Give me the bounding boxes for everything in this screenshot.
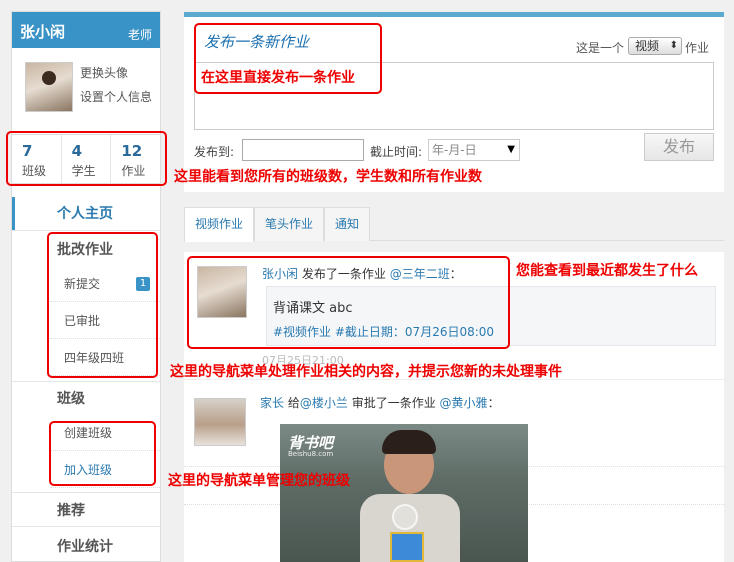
feed-colon: ： bbox=[449, 267, 462, 281]
stat-students[interactable]: 4 学生 bbox=[62, 135, 112, 183]
feed-tabs: 视频作业 笔头作业 通知 bbox=[184, 207, 724, 242]
homework-type-select[interactable]: 视频 bbox=[628, 37, 682, 55]
annotation-class: 这里的导航菜单管理您的班级 bbox=[168, 473, 350, 489]
nav-recommend[interactable]: 推荐 bbox=[12, 496, 160, 526]
homework-card[interactable]: 背诵课文 abc #视频作业 #截止日期：07月26日08:00 bbox=[266, 286, 716, 346]
nav-create-class[interactable]: 创建班级 bbox=[50, 415, 160, 451]
annotation-stats: 这里能看到您所有的班级数，学生数和所有作业数 bbox=[174, 169, 482, 185]
feed-avatar[interactable] bbox=[194, 398, 246, 446]
sidebar-header: 张小闲 老师 bbox=[12, 12, 160, 48]
stat-homework-count: 12 bbox=[121, 142, 143, 160]
homework-title: 背诵课文 abc bbox=[273, 301, 353, 316]
divider bbox=[12, 230, 160, 231]
sidebar: 张小闲 老师 更换头像 设置个人信息 7 班级 4 学生 12 作业 个人主页 … bbox=[11, 11, 161, 562]
nav-approved[interactable]: 已审批 bbox=[50, 303, 160, 339]
play-icon[interactable] bbox=[392, 504, 418, 530]
feed-give: 给 bbox=[287, 396, 300, 410]
homework-type-prefix: 这是一个 bbox=[576, 41, 625, 55]
compose-panel: 发布一条新作业 这是一个 视频 作业 发布到: 截止时间: 年-月-日 发布 bbox=[184, 12, 724, 192]
feed-user-link[interactable]: 家长 bbox=[260, 396, 284, 410]
compose-title: 发布一条新作业 bbox=[204, 33, 310, 51]
nav-homework-stats[interactable]: 作业统计 bbox=[12, 532, 160, 562]
publish-to-input[interactable] bbox=[242, 139, 364, 161]
annotation-compose: 在这里直接发布一条作业 bbox=[201, 70, 355, 86]
nav-join-class[interactable]: 加入班级 bbox=[50, 452, 160, 488]
feed-action: 发布了一条作业 bbox=[301, 267, 386, 281]
feed-action: 审批了一条作业 bbox=[351, 396, 436, 410]
tab-written-homework[interactable]: 笔头作业 bbox=[254, 207, 325, 241]
divider bbox=[12, 526, 160, 527]
feed-colon: ： bbox=[487, 396, 500, 410]
feed-target-link[interactable]: @三年二班 bbox=[390, 267, 450, 281]
homework-tags[interactable]: #视频作业 #截止日期：07月26日08:00 bbox=[273, 323, 494, 340]
avatar[interactable] bbox=[25, 62, 73, 112]
video-player[interactable]: 背书吧 Beishu8.com bbox=[280, 424, 528, 562]
nav-new-submitted[interactable]: 新提交 1 bbox=[50, 266, 160, 302]
nav-grade-homework[interactable]: 批改作业 bbox=[12, 234, 160, 266]
feed-student-link[interactable]: @楼小兰 bbox=[300, 396, 348, 410]
feed-user-link[interactable]: 张小闲 bbox=[262, 267, 298, 281]
feed-avatar[interactable] bbox=[197, 266, 247, 318]
activity-feed: 张小闲 发布了一条作业 @三年二班： 背诵课文 abc #视频作业 #截止日期：… bbox=[184, 252, 724, 562]
video-book bbox=[390, 532, 424, 562]
stats-bar: 7 班级 4 学生 12 作业 bbox=[12, 134, 160, 184]
homework-type-suffix: 作业 bbox=[685, 41, 710, 55]
stat-classes-label: 班级 bbox=[22, 164, 47, 178]
video-logo-url: Beishu8.com bbox=[288, 450, 334, 458]
publish-to-label: 发布到: bbox=[194, 145, 235, 159]
stat-classes-count: 7 bbox=[22, 142, 33, 160]
stat-homework-label: 作业 bbox=[121, 164, 146, 178]
change-avatar-link[interactable]: 更换头像 bbox=[80, 64, 128, 81]
divider bbox=[12, 381, 160, 382]
publish-button[interactable]: 发布 bbox=[644, 133, 714, 161]
set-info-link[interactable]: 设置个人信息 bbox=[80, 88, 152, 105]
user-role: 老师 bbox=[127, 28, 152, 42]
nav-home[interactable]: 个人主页 bbox=[12, 197, 160, 231]
user-name[interactable]: 张小闲 bbox=[20, 21, 65, 42]
feed-item-header: 家长 给@楼小兰 审批了一条作业 @黄小雅： bbox=[260, 394, 500, 411]
stat-students-label: 学生 bbox=[71, 164, 96, 178]
stat-students-count: 4 bbox=[71, 142, 83, 160]
nav-class[interactable]: 班级 bbox=[12, 384, 160, 414]
nav-class-4-4[interactable]: 四年级四班 bbox=[50, 340, 160, 376]
deadline-date-select[interactable]: 年-月-日 bbox=[428, 139, 520, 161]
stat-homework[interactable]: 12 作业 bbox=[111, 135, 160, 183]
divider bbox=[12, 492, 160, 493]
nav-new-submitted-label: 新提交 bbox=[64, 277, 101, 291]
video-figure-hair bbox=[382, 430, 436, 454]
new-count-badge: 1 bbox=[136, 277, 150, 291]
tab-notice[interactable]: 通知 bbox=[324, 207, 371, 241]
feed-item-header: 张小闲 发布了一条作业 @三年二班： bbox=[262, 265, 462, 282]
feed-target-link[interactable]: @黄小雅 bbox=[440, 396, 488, 410]
tab-video-homework[interactable]: 视频作业 bbox=[184, 207, 255, 242]
stat-classes[interactable]: 7 班级 bbox=[12, 135, 62, 183]
deadline-label: 截止时间: bbox=[370, 145, 423, 159]
annotation-grade: 这里的导航菜单处理作业相关的内容，并提示您新的未处理事件 bbox=[170, 364, 562, 380]
annotation-feed: 您能查看到最近都发生了什么 bbox=[516, 263, 698, 279]
